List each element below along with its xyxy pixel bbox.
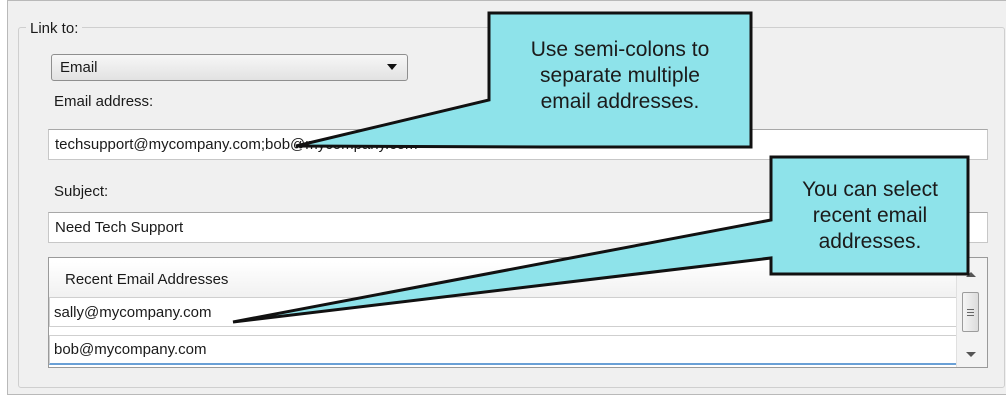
callout-recent-addresses-text: You can select recent email addresses. bbox=[774, 177, 966, 255]
callout-line: separate multiple bbox=[540, 64, 700, 87]
callout-semicolons-text: Use semi-colons to separate multiple ema… bbox=[492, 37, 748, 115]
callout-line: email addresses. bbox=[540, 90, 700, 113]
callout-line: Use semi-colons to bbox=[530, 38, 710, 61]
callout-line: addresses. bbox=[818, 230, 922, 253]
callout-line: You can select bbox=[802, 178, 938, 201]
callout-line: recent email bbox=[812, 204, 928, 227]
